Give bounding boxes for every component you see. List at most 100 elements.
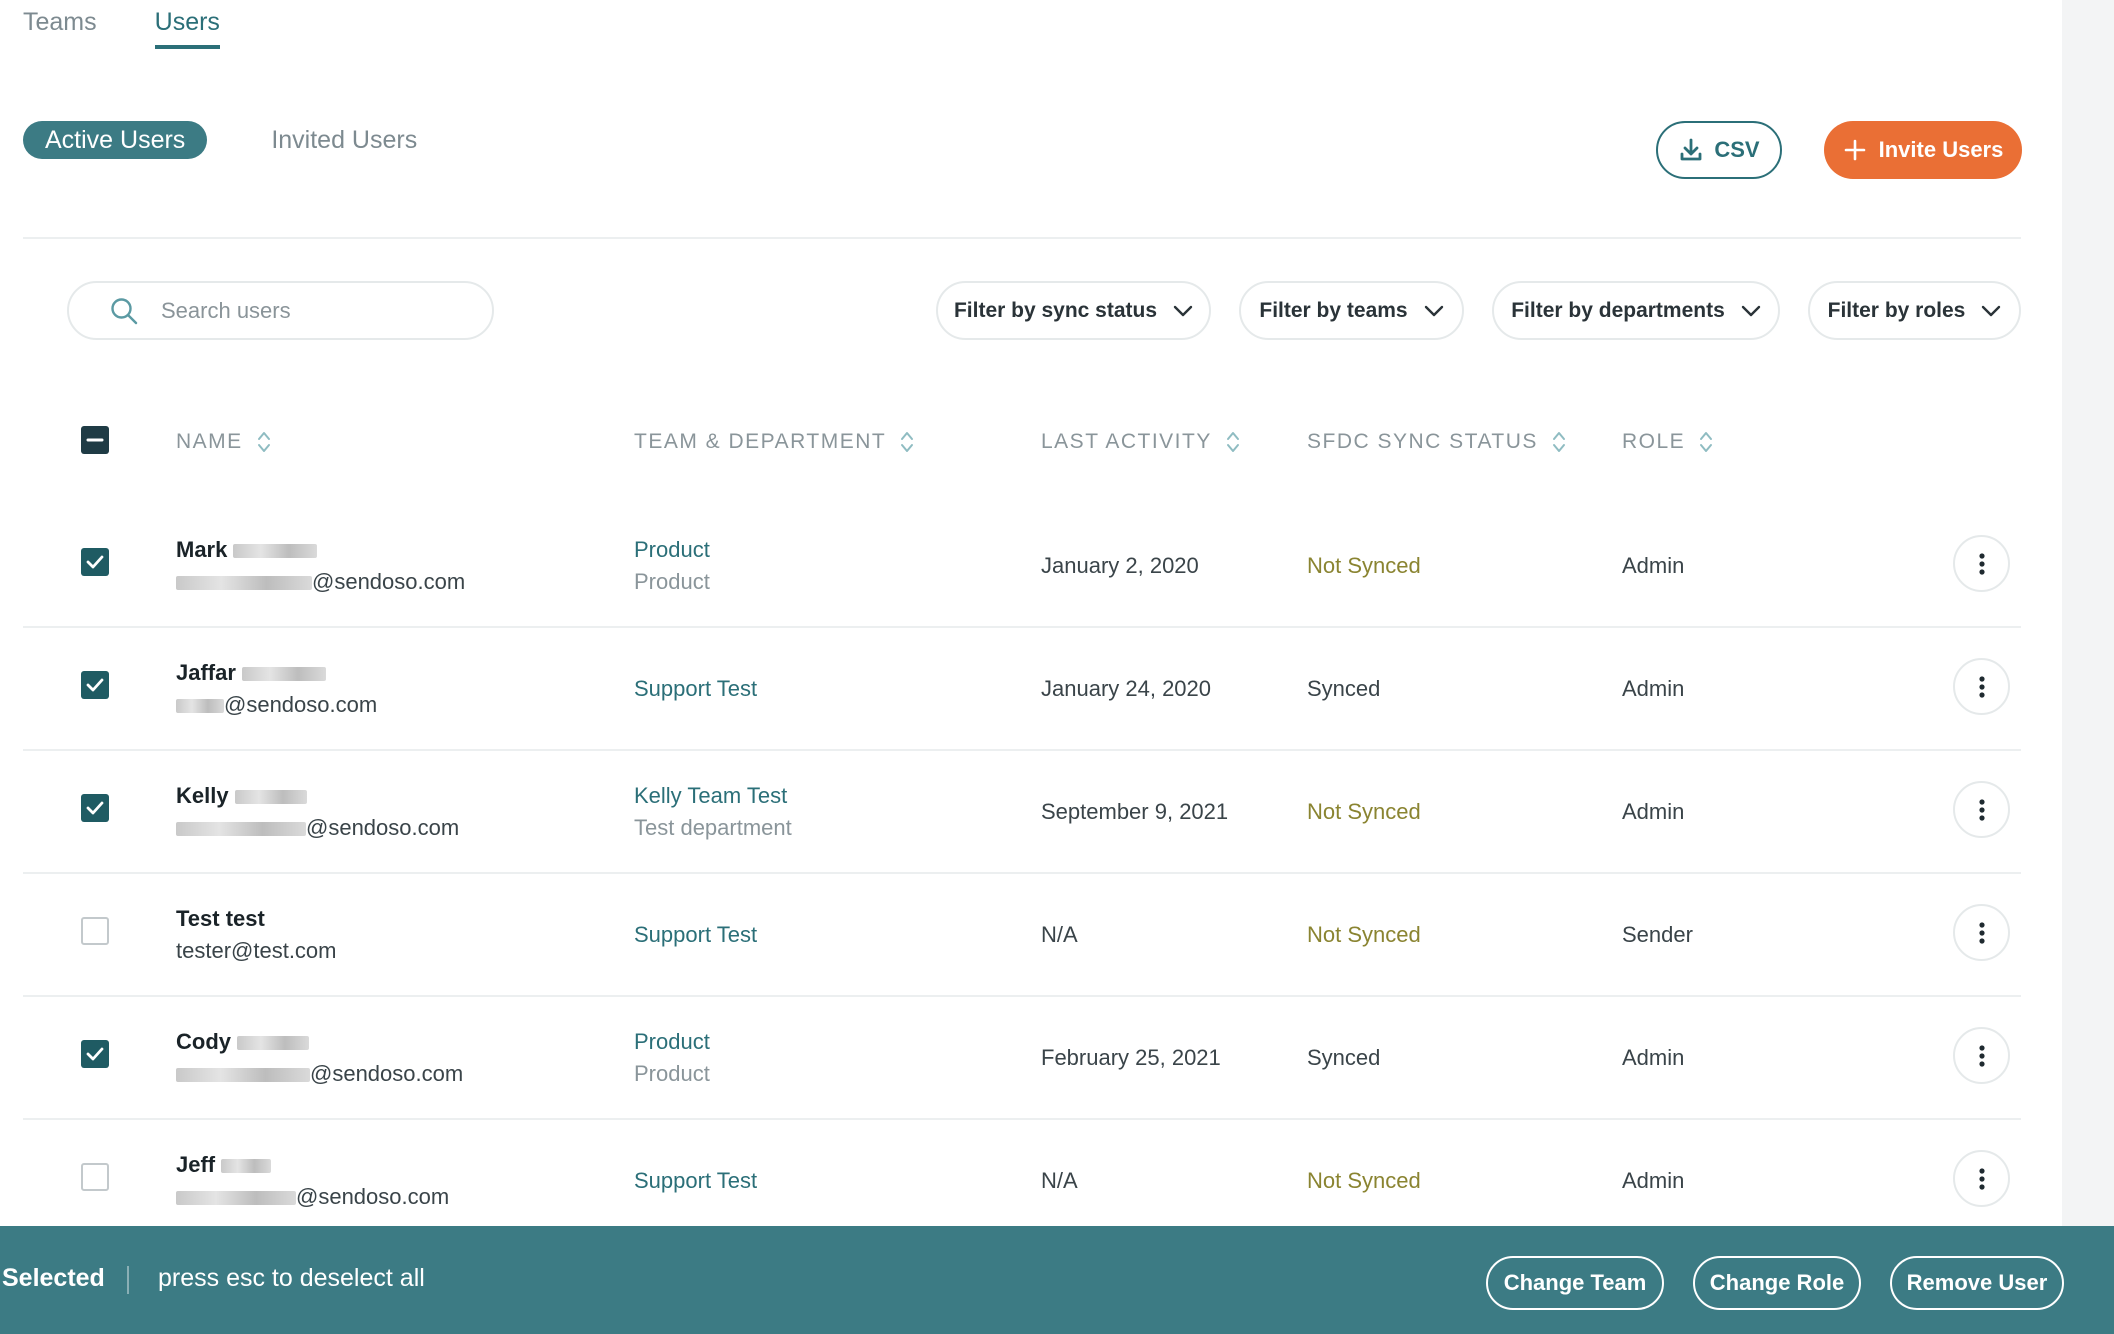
search-box[interactable] [67,281,494,340]
change-team-button[interactable]: Change Team [1486,1256,1664,1310]
row-actions-button[interactable] [1953,781,2010,838]
redacted-last-name [233,544,318,559]
last-activity: September 9, 2021 [1041,799,1229,824]
selected-label: Selected [2,1264,105,1292]
user-name: Jeff [176,1152,272,1178]
row-actions-button[interactable] [1953,904,2010,961]
last-activity: N/A [1041,1168,1078,1193]
sync-status: Not Synced [1307,553,1421,578]
csv-download-button[interactable]: CSV [1656,121,1782,179]
table-row[interactable]: Kelly @sendoso.com Kelly Team Test Test … [23,751,2021,874]
table-row[interactable]: Test test tester@test.com Support Test N… [23,874,2021,997]
sort-icon [257,432,270,452]
filter-roles[interactable]: Filter by roles [1808,281,2021,340]
more-vertical-icon [1978,1044,1985,1067]
csv-label: CSV [1714,137,1760,162]
redacted-last-name [242,667,327,682]
sort-icon [1552,432,1565,452]
row-checkbox[interactable] [81,548,109,576]
filter-roles-label: Filter by roles [1827,298,1966,322]
team-name[interactable]: Support Test [634,922,757,948]
column-header-last-activity-label: LAST ACTIVITY [1041,430,1212,453]
last-activity: February 25, 2021 [1041,1045,1221,1070]
row-checkbox[interactable] [81,671,109,699]
team-name[interactable]: Product [634,537,710,563]
user-role: Admin [1622,1168,1685,1193]
row-actions-button[interactable] [1953,1150,2010,1207]
filter-departments[interactable]: Filter by departments [1492,281,1780,340]
row-actions-button[interactable] [1953,535,2010,592]
sync-status: Not Synced [1307,1168,1421,1193]
search-input[interactable] [161,297,461,324]
checkmark-icon [86,801,104,815]
team-name[interactable]: Kelly Team Test [634,783,787,809]
column-header-sync-status[interactable]: SFDC SYNC STATUS [1307,430,1566,454]
team-name[interactable]: Support Test [634,1168,757,1194]
change-role-button[interactable]: Change Role [1693,1256,1861,1310]
invite-users-button[interactable]: Invite Users [1824,121,2022,179]
remove-user-button[interactable]: Remove User [1890,1256,2064,1310]
sort-icon [901,432,914,452]
column-header-last-activity[interactable]: LAST ACTIVITY [1041,430,1240,454]
chevron-down-icon [1741,305,1760,316]
row-checkbox[interactable] [81,1163,109,1191]
more-vertical-icon [1978,1167,1985,1190]
more-vertical-icon [1978,675,1985,698]
user-role: Admin [1622,553,1685,578]
filter-teams[interactable]: Filter by teams [1239,281,1464,340]
user-role: Sender [1622,922,1693,947]
tab-invited-users[interactable]: Invited Users [271,126,417,155]
more-vertical-icon [1978,552,1985,575]
select-all-checkbox[interactable] [81,426,109,454]
redacted-email-local [176,1068,310,1083]
table-row[interactable]: Jaffar @sendoso.com Support Test January… [23,628,2021,751]
redacted-email-local [176,1191,296,1206]
team-name[interactable]: Support Test [634,676,757,702]
tab-teams[interactable]: Teams [23,8,97,49]
table-row[interactable]: Jeff @sendoso.com Support Test N/A Not S… [23,1120,2021,1243]
checkmark-icon [86,678,104,692]
table-row[interactable]: Mark @sendoso.com Product Product Januar… [23,505,2021,628]
redacted-email-local [176,699,224,714]
user-name: Kelly [176,783,307,809]
row-checkbox[interactable] [81,1040,109,1068]
redacted-email-local [176,822,306,837]
row-checkbox[interactable] [81,917,109,945]
user-role: Admin [1622,676,1685,701]
column-header-name-label: NAME [176,430,243,453]
sync-status: Not Synced [1307,922,1421,947]
row-actions-button[interactable] [1953,1027,2010,1084]
user-email: @sendoso.com [176,1184,449,1210]
redacted-email-local [176,576,312,591]
user-email: @sendoso.com [176,569,465,595]
table-row[interactable]: Cody @sendoso.com Product Product Februa… [23,997,2021,1120]
plus-icon [1844,139,1865,161]
department-name: Product [634,1061,710,1086]
last-activity: January 24, 2020 [1041,676,1212,701]
user-role: Admin [1622,1045,1685,1070]
team-name[interactable]: Product [634,1029,710,1055]
row-checkbox[interactable] [81,794,109,822]
last-activity: N/A [1041,922,1078,947]
column-header-role[interactable]: ROLE [1622,430,1713,454]
redacted-last-name [221,1159,272,1174]
sync-status: Synced [1307,1045,1381,1070]
filter-sync-status[interactable]: Filter by sync status [936,281,1211,340]
section-divider [23,237,2021,239]
redacted-last-name [234,790,307,805]
column-header-sync-status-label: SFDC SYNC STATUS [1307,430,1538,453]
invite-users-label: Invite Users [1878,137,2004,162]
user-role: Admin [1622,799,1685,824]
top-tabs: Teams Users [23,8,220,49]
column-header-name[interactable]: NAME [176,430,271,454]
column-header-team-label: TEAM & DEPARTMENT [634,430,887,453]
user-email: @sendoso.com [176,1061,463,1087]
user-name: Test test [176,906,265,931]
row-actions-button[interactable] [1953,658,2010,715]
checkmark-icon [86,1047,104,1061]
tab-users[interactable]: Users [154,8,220,49]
chevron-down-icon [1173,305,1193,316]
tab-active-users[interactable]: Active Users [23,121,208,159]
column-header-team[interactable]: TEAM & DEPARTMENT [634,430,914,454]
scrollbar-track[interactable] [2062,0,2114,1334]
